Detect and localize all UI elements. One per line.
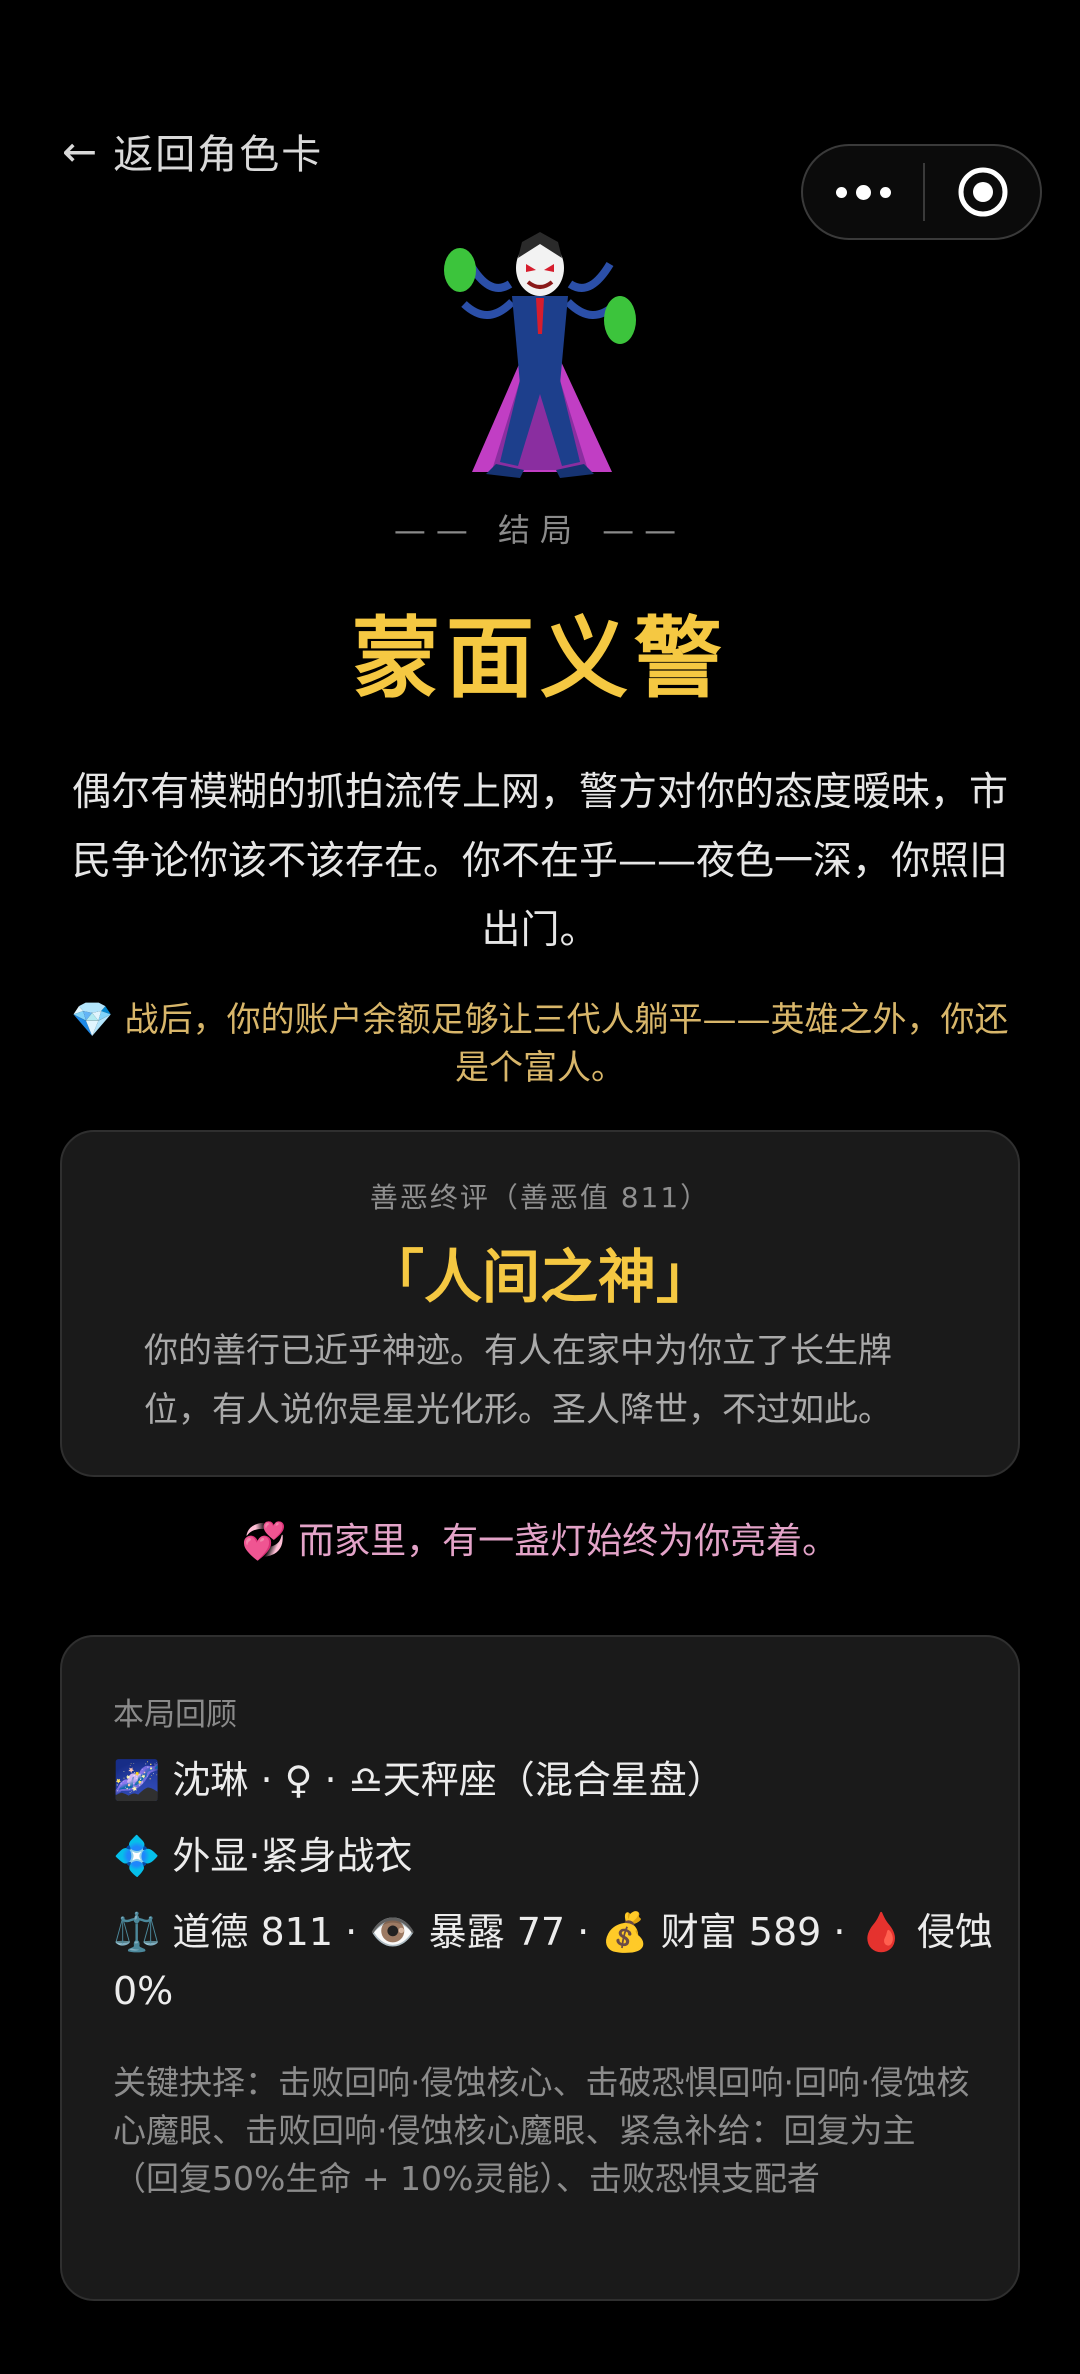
- verdict-text: 你的善行已近乎神迹。有人在家中为你立了长生牌位，有人说你是星光化形。圣人降世，不…: [144, 1331, 892, 1430]
- more-dots-icon[interactable]: [803, 184, 923, 200]
- back-label: 返回角色卡: [113, 132, 324, 178]
- recap-identity: 🌌 沈琳 · ♀ · ♎天秤座（混合星盘）: [113, 1758, 725, 1802]
- recap-appearance: 💠 外显·紧身战衣: [113, 1834, 413, 1878]
- back-to-character-card-link[interactable]: ← 返回角色卡: [62, 122, 323, 180]
- verdict-title: 「人间之神」: [365, 1243, 714, 1311]
- supervillain-emoji-icon: [440, 224, 640, 484]
- recap-stats: ⚖️ 道德 811 · 👁️ 暴露 77 · 💰 财富 589 · 🩸 侵蚀 0…: [113, 1910, 993, 2013]
- back-arrow-icon: ←: [62, 126, 100, 176]
- verdict-caption: 善恶终评（善恶值 811）: [369, 1181, 711, 1214]
- run-recap-card: 本局回顾 🌌 沈琳 · ♀ · ♎天秤座（混合星盘） 💠 外显·紧身战衣 ⚖️ …: [60, 1635, 1020, 2301]
- ending-section-label: —— 结局 ——: [393, 511, 687, 549]
- mini-program-capsule: [801, 144, 1042, 240]
- morality-verdict-card: 善恶终评（善恶值 811） 「人间之神」 你的善行已近乎神迹。有人在家中为你立了…: [60, 1130, 1020, 1477]
- target-circle-icon[interactable]: [925, 166, 1040, 218]
- ending-description: 偶尔有模糊的抓拍流传上网，警方对你的态度暧昧，市民争论你该不该存在。你不在乎——…: [71, 770, 1008, 953]
- family-note: 💞 而家里，有一盏灯始终为你亮着。: [241, 1521, 839, 1562]
- wealth-note: 💎 战后，你的账户余额足够让三代人躺平——英雄之外，你还是个富人。: [71, 1000, 1009, 1088]
- recap-title: 本局回顾: [113, 1697, 237, 1733]
- recap-key-choices: 关键抉择：击败回响·侵蚀核心、击破恐惧回响·回响·侵蚀核心魔眼、击败回响·侵蚀核…: [113, 2063, 970, 2198]
- ending-title: 蒙面义警: [351, 607, 728, 710]
